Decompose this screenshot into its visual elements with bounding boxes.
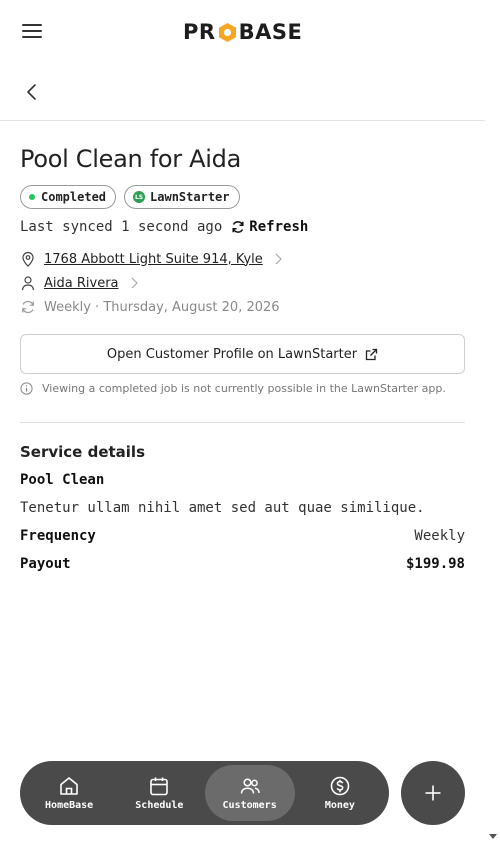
nav-schedule[interactable]: Schedule (114, 765, 204, 821)
profile-button-label: Open Customer Profile on LawnStarter (106, 346, 358, 362)
logo-hex-icon (217, 22, 238, 43)
refresh-button[interactable]: Refresh (231, 219, 308, 235)
nav-homebase-label: HomeBase (45, 800, 94, 811)
repeat-icon (20, 299, 36, 315)
status-badge: Completed (20, 185, 117, 209)
info-note: Viewing a completed job is not currently… (20, 382, 446, 395)
refresh-icon (232, 221, 244, 233)
frequency-row: Frequency Weekly (20, 528, 465, 544)
nav-homebase[interactable]: HomeBase (24, 765, 114, 821)
back-chevron-icon[interactable] (22, 82, 42, 102)
dollar-icon (330, 776, 350, 796)
scroll-down-arrow-icon[interactable] (489, 834, 497, 839)
page: PR BASE Pool Clean for Aida Completed LS… (0, 0, 485, 845)
customer-row[interactable]: Aida Rivera (20, 275, 139, 291)
sync-row: Last synced 1 second ago Refresh (20, 219, 308, 235)
last-synced-text: Last synced 1 second ago (20, 219, 223, 235)
scrollbar[interactable] (485, 0, 500, 845)
payout-value: $199.98 (405, 556, 465, 572)
nav-money[interactable]: Money (295, 765, 385, 821)
divider (20, 422, 465, 423)
nav-customers[interactable]: Customers (204, 765, 295, 821)
nav-money-label: Money (324, 800, 355, 811)
customer-link[interactable]: Aida Rivera (44, 276, 119, 291)
source-badge: LS LawnStarter (124, 185, 240, 209)
lawnstarter-logo-icon: LS (133, 191, 146, 203)
logo-text-left: PR (183, 20, 216, 44)
map-pin-icon (20, 251, 36, 267)
info-note-text: Viewing a completed job is not currently… (42, 382, 446, 395)
nav-schedule-label: Schedule (135, 800, 184, 811)
chevron-right-icon (273, 253, 283, 265)
payout-label: Payout (20, 556, 71, 572)
top-bar: PR BASE (0, 0, 485, 62)
source-badge-label: LawnStarter (150, 190, 230, 204)
add-button[interactable] (401, 761, 465, 825)
probase-logo[interactable]: PR BASE (183, 18, 302, 46)
badge-row: Completed LS LawnStarter (20, 185, 240, 209)
address-link[interactable]: 1768 Abbott Light Suite 914, Kyle (44, 252, 263, 267)
recurrence-row: Weekly · Thursday, August 20, 2026 (20, 299, 280, 315)
service-description: Tenetur ullam nihil amet sed aut quae si… (20, 500, 425, 516)
frequency-value: Weekly (414, 528, 465, 544)
external-link-icon (365, 348, 378, 360)
info-icon (20, 382, 33, 395)
home-icon (60, 777, 78, 795)
recurrence-text: Weekly · Thursday, August 20, 2026 (44, 299, 280, 315)
refresh-label: Refresh (249, 219, 309, 235)
bottom-nav: HomeBase Schedule Customers Money (20, 761, 389, 825)
open-customer-profile-button[interactable]: Open Customer Profile on LawnStarter (20, 334, 465, 374)
status-badge-label: Completed (41, 190, 107, 204)
users-icon (240, 778, 260, 794)
back-row (0, 62, 485, 121)
frequency-label: Frequency (20, 528, 96, 544)
nav-customers-label: Customers (222, 800, 277, 811)
chevron-right-icon (129, 277, 139, 289)
page-title: Pool Clean for Aida (20, 145, 241, 173)
calendar-icon (150, 777, 169, 796)
payout-row: Payout $199.98 (20, 556, 465, 572)
menu-icon[interactable] (22, 24, 42, 40)
user-icon (20, 275, 36, 291)
status-dot-icon (29, 194, 35, 200)
logo-text-right: BASE (238, 20, 303, 44)
service-details-heading: Service details (20, 443, 145, 461)
service-name: Pool Clean (20, 472, 105, 488)
plus-icon (425, 785, 441, 801)
address-row[interactable]: 1768 Abbott Light Suite 914, Kyle (20, 251, 283, 267)
